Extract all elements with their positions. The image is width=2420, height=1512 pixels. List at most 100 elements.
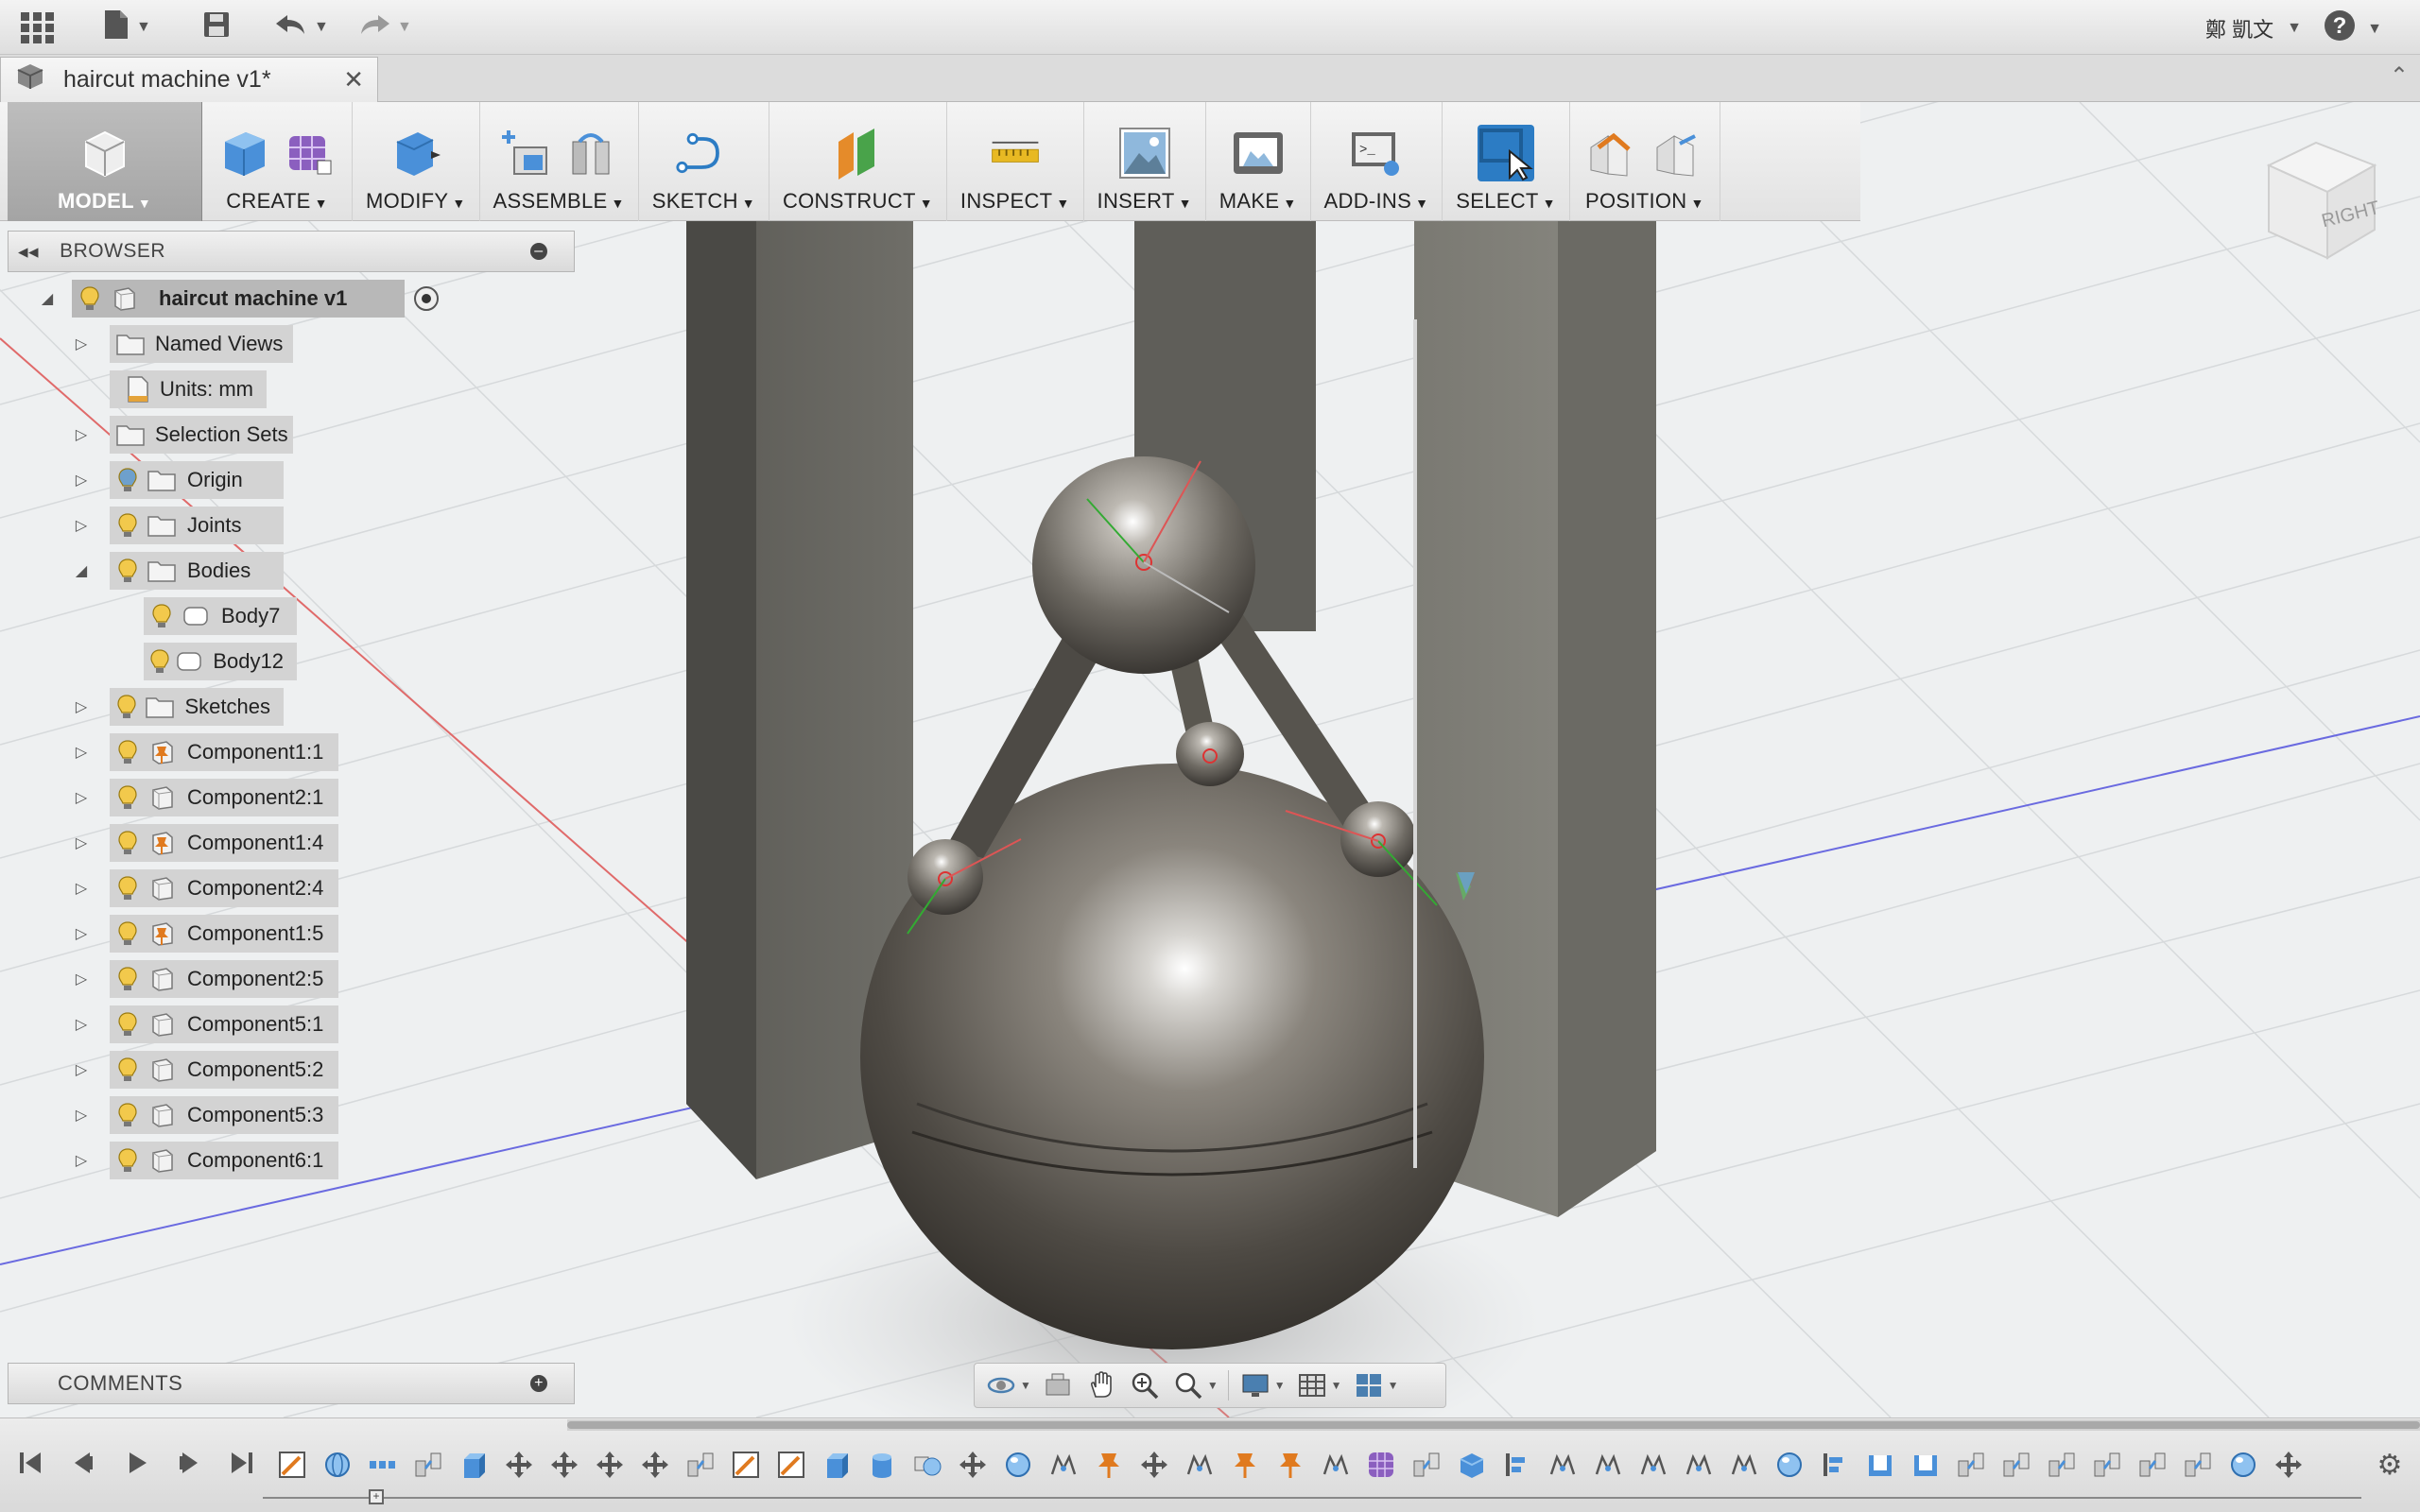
- toolbar-group-select[interactable]: SELECT ▼: [1443, 102, 1570, 221]
- tree-collapsed-icon[interactable]: ▷: [72, 879, 91, 898]
- scripts-icon[interactable]: >_: [1348, 125, 1405, 181]
- browser-node[interactable]: Selection Sets: [110, 416, 293, 454]
- timeline-rigid-icon[interactable]: [1590, 1448, 1625, 1482]
- timeline-move-icon[interactable]: [592, 1448, 627, 1482]
- browser-node[interactable]: Component5:1: [110, 1005, 338, 1043]
- measure-icon[interactable]: [987, 125, 1044, 181]
- timeline-rigid-icon[interactable]: [1545, 1448, 1580, 1482]
- tree-collapsed-icon[interactable]: ▷: [72, 1151, 91, 1170]
- toolbar-group-label[interactable]: SELECT ▼: [1456, 189, 1556, 214]
- document-tab[interactable]: haircut machine v1* ✕: [0, 57, 378, 102]
- capture-position-icon[interactable]: [1583, 125, 1640, 181]
- timeline-move-icon[interactable]: [955, 1448, 990, 1482]
- offset-plane-icon[interactable]: [829, 125, 886, 181]
- lightbulb-icon[interactable]: [149, 601, 174, 631]
- timeline-move-icon[interactable]: [1136, 1448, 1171, 1482]
- toolbar-group-label[interactable]: SKETCH ▼: [652, 189, 755, 214]
- browser-node[interactable]: Component6:1: [110, 1142, 338, 1179]
- viewport-scrollbar[interactable]: [567, 1419, 2420, 1431]
- browser-node[interactable]: Sketches: [110, 688, 284, 726]
- timeline-move-icon[interactable]: [2271, 1448, 2306, 1482]
- timeline-align-icon[interactable]: [1499, 1448, 1534, 1482]
- fit-icon[interactable]: [1171, 1368, 1205, 1402]
- tree-collapsed-icon[interactable]: ▷: [72, 335, 91, 353]
- expand-panel-icon[interactable]: +: [530, 1375, 547, 1392]
- press-pull-icon[interactable]: [388, 125, 444, 181]
- toolbar-group-insert[interactable]: INSERT ▼: [1084, 102, 1206, 221]
- lightbulb-icon[interactable]: [115, 1009, 140, 1040]
- toolbar-group-position[interactable]: POSITION ▼: [1570, 102, 1720, 221]
- lightbulb-icon[interactable]: [115, 1055, 140, 1085]
- timeline-align-icon[interactable]: [1817, 1448, 1852, 1482]
- tree-collapsed-icon[interactable]: ▷: [72, 743, 91, 762]
- timeline-cylinder-icon[interactable]: [864, 1448, 899, 1482]
- timeline-joint-icon[interactable]: [1998, 1448, 2033, 1482]
- timeline-move-icon[interactable]: [501, 1448, 536, 1482]
- toolbar-group-label[interactable]: INSERT ▼: [1098, 189, 1192, 214]
- toolbar-group-make[interactable]: MAKE ▼: [1206, 102, 1311, 221]
- comments-panel-header[interactable]: COMMENTS +: [8, 1363, 575, 1404]
- tree-collapsed-icon[interactable]: ▷: [72, 1060, 91, 1079]
- timeline-revolve-icon[interactable]: [320, 1448, 354, 1482]
- timeline-extrude-icon[interactable]: [456, 1448, 491, 1482]
- toolbar-group-label[interactable]: MAKE ▼: [1219, 189, 1297, 214]
- toolbar-group-create[interactable]: CREATE ▼: [202, 102, 353, 221]
- double-chevron-left-icon[interactable]: ◂◂: [18, 240, 39, 264]
- toolbar-group-construct[interactable]: CONSTRUCT ▼: [769, 102, 947, 221]
- lightbulb-icon[interactable]: [115, 873, 140, 903]
- activate-radio-icon[interactable]: [414, 286, 439, 311]
- toolbar-group-label[interactable]: ADD-INS ▼: [1324, 189, 1429, 214]
- look-at-icon[interactable]: [1041, 1368, 1075, 1402]
- form-icon[interactable]: [282, 125, 338, 181]
- tree-expanded-icon[interactable]: ◢: [38, 289, 57, 308]
- play-icon[interactable]: [119, 1446, 153, 1480]
- lightbulb-icon[interactable]: [115, 1100, 140, 1130]
- lightbulb-icon[interactable]: [115, 782, 140, 813]
- tree-collapsed-icon[interactable]: ▷: [72, 833, 91, 852]
- sketch-icon[interactable]: [675, 125, 732, 181]
- go-to-start-icon[interactable]: [13, 1446, 47, 1480]
- timeline-joint-icon[interactable]: [2135, 1448, 2169, 1482]
- toolbar-group-assemble[interactable]: ASSEMBLE ▼: [480, 102, 639, 221]
- browser-node[interactable]: Component2:4: [110, 869, 338, 907]
- timeline-pin-icon[interactable]: [1091, 1448, 1126, 1482]
- tree-collapsed-icon[interactable]: ▷: [72, 425, 91, 444]
- browser-header[interactable]: ◂◂ BROWSER –: [8, 231, 575, 272]
- timeline-rigid-icon[interactable]: [1726, 1448, 1761, 1482]
- browser-node[interactable]: Joints: [110, 507, 284, 544]
- tree-collapsed-icon[interactable]: ▷: [72, 471, 91, 490]
- timeline-rigid-icon[interactable]: [1681, 1448, 1716, 1482]
- save-button[interactable]: [202, 8, 231, 47]
- timeline-rigid-icon[interactable]: [1635, 1448, 1670, 1482]
- insert-image-icon[interactable]: [1116, 125, 1173, 181]
- timeline-extrude-icon[interactable]: [819, 1448, 854, 1482]
- timeline-sketch-icon[interactable]: [274, 1448, 309, 1482]
- timeline-rigid-icon[interactable]: [1318, 1448, 1353, 1482]
- timeline-sketch-icon[interactable]: [728, 1448, 763, 1482]
- browser-node[interactable]: Component5:3: [110, 1096, 338, 1134]
- tree-collapsed-icon[interactable]: ▷: [72, 924, 91, 943]
- tree-collapsed-icon[interactable]: ▷: [72, 1015, 91, 1034]
- tree-collapsed-icon[interactable]: ▷: [72, 788, 91, 807]
- chevron-down-icon[interactable]: ▼: [1388, 1379, 1399, 1392]
- browser-node[interactable]: Bodies: [110, 552, 284, 590]
- browser-node[interactable]: Component1:5: [110, 915, 338, 953]
- step-forward-icon[interactable]: [172, 1446, 206, 1480]
- root-node[interactable]: haircut machine v1: [72, 280, 405, 318]
- lightbulb-icon[interactable]: [115, 465, 140, 495]
- timeline-sketch-icon[interactable]: [773, 1448, 808, 1482]
- chevron-up-icon[interactable]: ⌃: [2390, 62, 2409, 90]
- toolbar-group-label[interactable]: CONSTRUCT ▼: [783, 189, 933, 214]
- lightbulb-icon[interactable]: [115, 556, 140, 586]
- browser-node[interactable]: Origin: [110, 461, 284, 499]
- box-icon[interactable]: [216, 125, 272, 181]
- lightbulb-icon[interactable]: [115, 1145, 140, 1176]
- step-back-icon[interactable]: [66, 1446, 100, 1480]
- timeline-joint-icon[interactable]: [410, 1448, 445, 1482]
- timeline-rigid-icon[interactable]: [1046, 1448, 1080, 1482]
- timeline-combine-icon[interactable]: [909, 1448, 944, 1482]
- display-settings-icon[interactable]: [1238, 1368, 1272, 1402]
- browser-node[interactable]: Component1:1: [110, 733, 338, 771]
- timeline-sphere-icon[interactable]: [1772, 1448, 1806, 1482]
- toolbar-group-model[interactable]: MODEL ▼: [8, 102, 202, 221]
